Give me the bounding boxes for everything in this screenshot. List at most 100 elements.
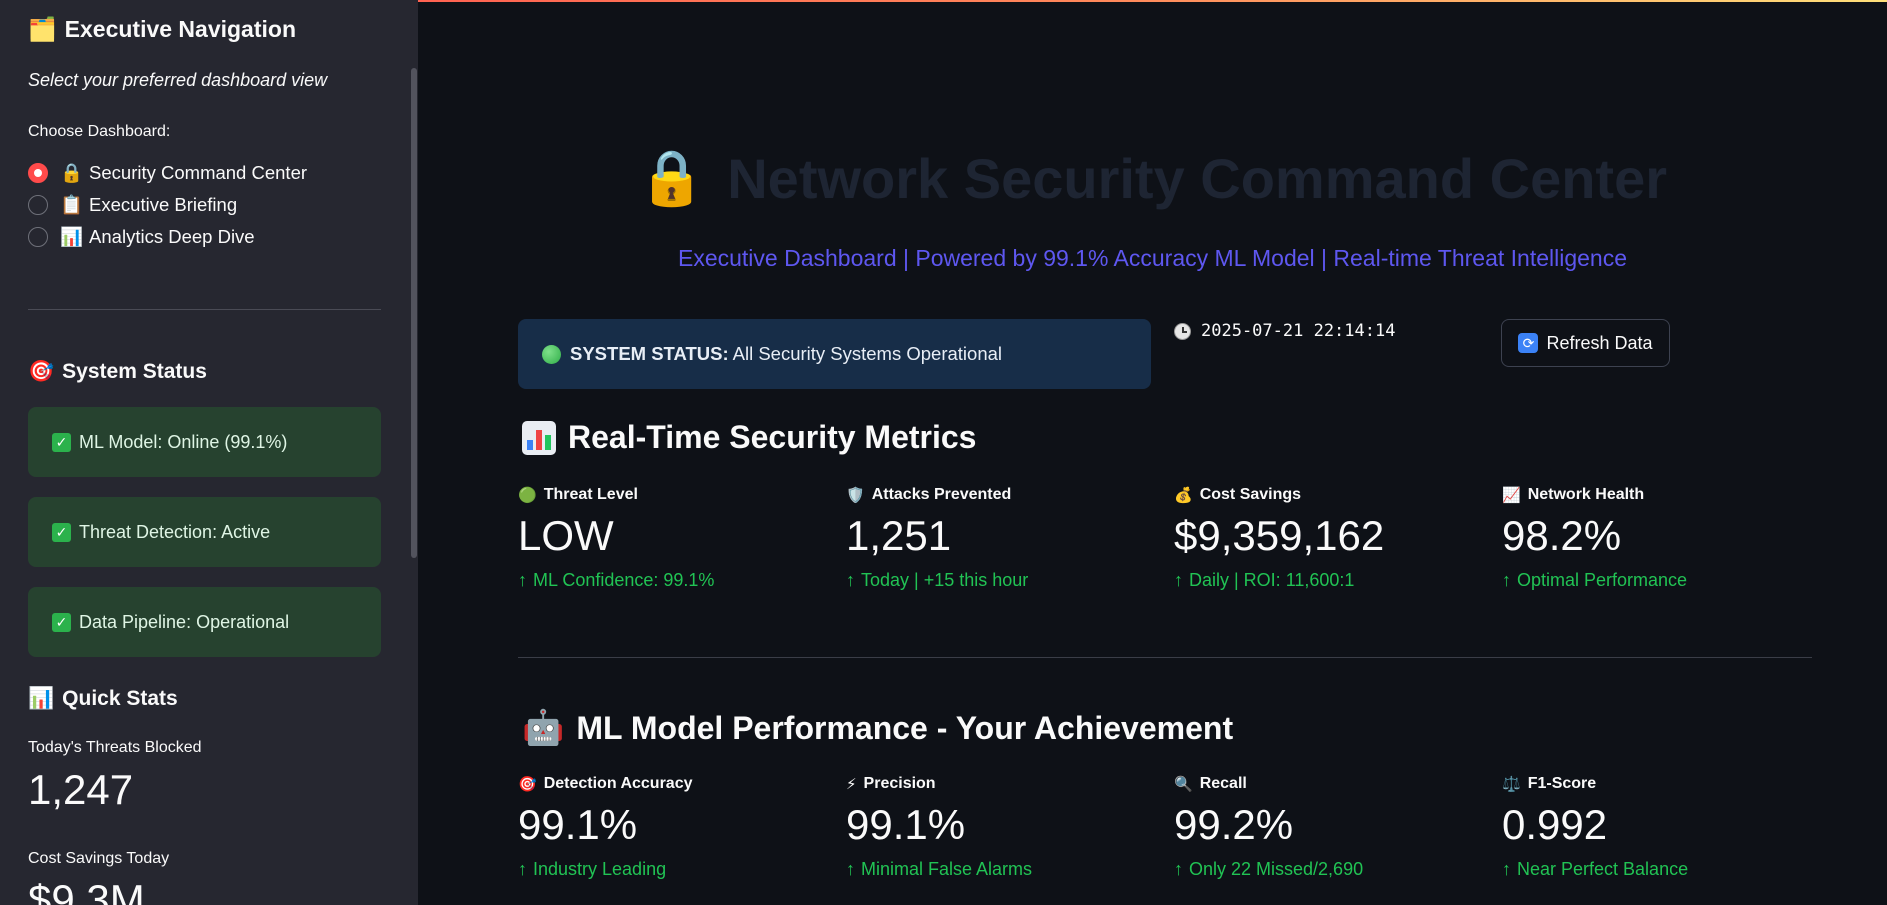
metric-delta-text: Industry Leading (533, 859, 667, 880)
check-icon: ✓ (52, 432, 71, 452)
money-bag-icon: 💰 (1174, 487, 1193, 504)
status-text: Data Pipeline: Operational (79, 611, 290, 632)
metric-label: 🎯 Detection Accuracy (518, 775, 818, 793)
metric-value: 99.2% (1174, 801, 1294, 848)
lock-icon: 🔒 (637, 148, 706, 208)
metric-label: ⚖️ F1-Score (1502, 775, 1802, 793)
arrow-up-icon: ↑ (1174, 570, 1183, 591)
metric-value: LOW (518, 512, 614, 559)
metric-label: 💰 Cost Savings (1174, 486, 1474, 504)
page-subtitle: Executive Dashboard | Powered by 99.1% A… (677, 245, 1628, 271)
quick-stats-title: Quick Stats (62, 687, 178, 710)
ml-performance-heading: 🤖 ML Model Performance - Your Achievemen… (522, 708, 1233, 748)
arrow-up-icon: ↑ (518, 859, 527, 880)
dashboard-radio-group: 🔒 Security Command Center 📋 Executive Br… (28, 157, 307, 253)
check-icon: ✓ (52, 522, 71, 542)
metric-value: $9,359,162 (1174, 512, 1385, 559)
metric-value: 0.992 (1502, 801, 1608, 848)
sidebar-title: 🗂️ Executive Navigation (28, 16, 296, 43)
metric-delta: ↑ Minimal False Alarms (846, 859, 1146, 880)
ml-performance-title: ML Model Performance - Your Achievement (576, 709, 1234, 746)
clipboard-icon: 📋 (60, 194, 84, 215)
sidebar-scrollbar[interactable] (411, 68, 417, 558)
radio-unselected-icon[interactable] (28, 195, 48, 215)
sidebar-caption: Select your preferred dashboard view (28, 70, 328, 90)
metric-delta-text: Daily | ROI: 11,600:1 (1189, 570, 1355, 591)
folder-icon: 🗂️ (28, 16, 57, 42)
metric-label: 🛡️ Attacks Prevented (846, 486, 1146, 504)
metric-delta: ↑ Today | +15 this hour (846, 570, 1146, 591)
page-title: 🔒 Network Security Command Center (418, 146, 1887, 211)
metric-cost-savings: 💰 Cost Savings $9,359,162 ↑ Daily | ROI:… (1174, 486, 1474, 591)
bar-chart-icon: 📊 (28, 687, 55, 710)
metric-label-text: F1-Score (1527, 775, 1597, 792)
arrow-up-icon: ↑ (1502, 859, 1511, 880)
green-circle-icon: 🟢 (518, 487, 537, 504)
metric-precision: ⚡ Precision 99.1% ↑ Minimal False Alarms (846, 775, 1146, 880)
metric-value: 99.1% (518, 801, 638, 848)
metric-attacks-prevented: 🛡️ Attacks Prevented 1,251 ↑ Today | +15… (846, 486, 1146, 591)
metric-delta-text: Minimal False Alarms (861, 859, 1033, 880)
refresh-icon: ⟳ (1518, 333, 1539, 353)
metric-recall: 🔍 Recall 99.2% ↑ Only 22 Missed/2,690 (1174, 775, 1474, 880)
radio-selected-icon[interactable] (28, 163, 48, 183)
section-divider (518, 657, 1812, 658)
sidebar: 🗂️ Executive Navigation Select your pref… (0, 0, 418, 905)
system-status-banner: SYSTEM STATUS: All Security Systems Oper… (518, 319, 1151, 389)
radio-unselected-icon[interactable] (28, 227, 48, 247)
metric-delta-text: Near Perfect Balance (1517, 859, 1689, 880)
radio-analytics-deep-dive[interactable]: 📊 Analytics Deep Dive (28, 221, 307, 253)
quick-stat-value: $9.3M (28, 876, 145, 905)
refresh-data-button[interactable]: ⟳ Refresh Data (1501, 319, 1670, 367)
metric-delta-text: Only 22 Missed/2,690 (1189, 859, 1364, 880)
target-icon: 🎯 (518, 776, 537, 793)
check-icon: ✓ (52, 612, 71, 632)
refresh-label: Refresh Data (1546, 332, 1653, 353)
metric-delta: ↑ Daily | ROI: 11,600:1 (1174, 570, 1474, 591)
metric-network-health: 📈 Network Health 98.2% ↑ Optimal Perform… (1502, 486, 1802, 591)
green-circle-icon (542, 344, 561, 364)
metric-value: 98.2% (1502, 512, 1622, 559)
metric-value: 99.1% (846, 801, 966, 848)
radio-executive-briefing[interactable]: 📋 Executive Briefing (28, 189, 307, 221)
status-banner-bold: SYSTEM STATUS: (570, 343, 729, 364)
lightning-icon: ⚡ (846, 776, 857, 793)
status-text: ML Model: Online (99.1%) (79, 431, 288, 452)
quick-stats-heading: 📊 Quick Stats (28, 687, 178, 711)
bar-chart-icon: 📊 (60, 226, 84, 247)
metric-delta-text: ML Confidence: 99.1% (533, 570, 715, 591)
status-banner-text: All Security Systems Operational (732, 343, 1003, 364)
metric-label-text: Detection Accuracy (543, 775, 693, 792)
system-status-title: System Status (62, 360, 207, 383)
metric-delta: ↑ Industry Leading (518, 859, 818, 880)
metric-threat-level: 🟢 Threat Level LOW ↑ ML Confidence: 99.1… (518, 486, 818, 591)
main-content: 🔒 Network Security Command Center Execut… (418, 0, 1887, 905)
clock-icon (1174, 322, 1191, 340)
system-status-heading: 🎯 System Status (28, 360, 207, 384)
metric-delta: ↑ Near Perfect Balance (1502, 859, 1802, 880)
metric-label-text: Precision (863, 775, 936, 792)
metric-label-text: Network Health (1527, 486, 1645, 503)
last-updated-timestamp: 2025-07-21 22:14:14 (1174, 321, 1395, 341)
metric-delta-text: Today | +15 this hour (861, 570, 1029, 591)
sidebar-title-text: Executive Navigation (64, 16, 296, 42)
dashboard-select-label: Choose Dashboard: (28, 123, 171, 140)
sidebar-divider (28, 309, 381, 310)
metric-delta: ↑ Only 22 Missed/2,690 (1174, 859, 1474, 880)
status-ml-model: ✓ ML Model: Online (99.1%) (28, 407, 381, 477)
arrow-up-icon: ↑ (1174, 859, 1183, 880)
metric-label: 🟢 Threat Level (518, 486, 818, 504)
arrow-up-icon: ↑ (846, 570, 855, 591)
metric-label-text: Attacks Prevented (871, 486, 1012, 503)
status-text: Threat Detection: Active (79, 521, 271, 542)
radio-security-command-center[interactable]: 🔒 Security Command Center (28, 157, 307, 189)
metric-label: 📈 Network Health (1502, 486, 1802, 504)
arrow-up-icon: ↑ (1502, 570, 1511, 591)
metric-value: 1,251 (846, 512, 952, 559)
shield-icon: 🛡️ (846, 487, 865, 504)
metric-label: ⚡ Precision (846, 775, 1146, 793)
page-title-text: Network Security Command Center (727, 147, 1668, 210)
realtime-metrics-heading: Real-Time Security Metrics (522, 419, 976, 456)
robot-icon: 🤖 (522, 709, 565, 747)
metric-delta-text: Optimal Performance (1517, 570, 1688, 591)
